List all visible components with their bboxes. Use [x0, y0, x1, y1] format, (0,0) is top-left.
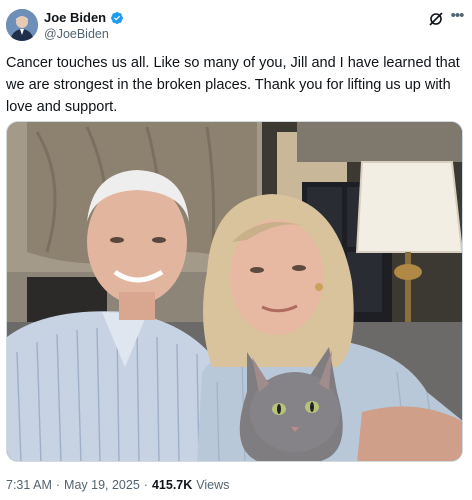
tweet-meta: 7:31 AM · May 19, 2025 · 415.7K Views — [6, 478, 229, 492]
separator: · — [55, 478, 61, 492]
tweet-time[interactable]: 7:31 AM — [6, 478, 52, 492]
tweet-text: Cancer touches us all. Like so many of y… — [6, 55, 460, 115]
grok-icon[interactable] — [428, 11, 444, 27]
views-count: 415.7K — [151, 478, 193, 492]
avatar[interactable] — [6, 9, 38, 41]
more-icon[interactable]: ••• — [448, 8, 466, 26]
verified-badge-icon — [111, 11, 124, 24]
author-handle[interactable]: @JoeBiden — [44, 27, 109, 41]
separator: · — [143, 478, 148, 492]
author-name[interactable]: Joe Biden — [44, 10, 106, 25]
tweet-header: Joe Biden @JoeBiden ••• — [6, 7, 466, 43]
tweet-date[interactable]: May 19, 2025 — [64, 478, 140, 492]
tweet-photo[interactable] — [6, 121, 463, 462]
views-label: Views — [196, 478, 230, 492]
